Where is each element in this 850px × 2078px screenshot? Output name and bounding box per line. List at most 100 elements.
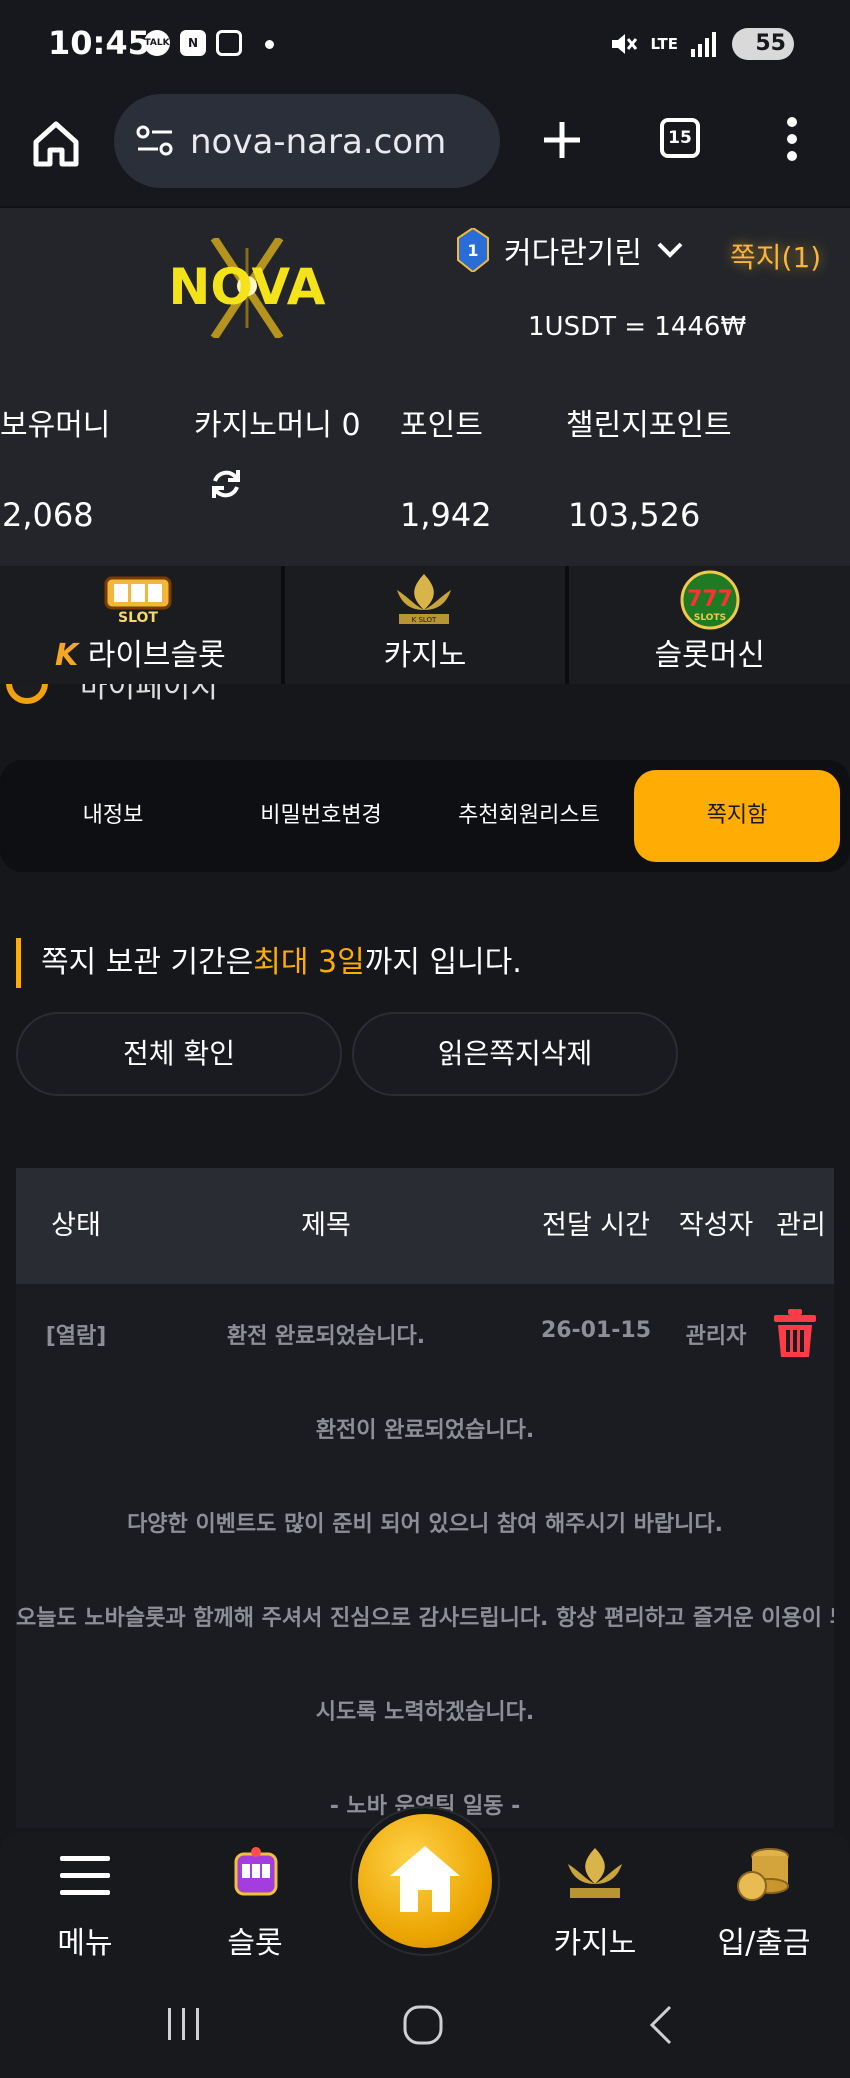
notice-text-before: 쪽지 보관 기간은: [41, 945, 254, 980]
level-number: 1: [467, 241, 478, 260]
category-label: 카지노: [383, 638, 467, 673]
category-label: 라이브슬롯: [87, 638, 226, 673]
naver-notification-icon: N: [180, 30, 206, 56]
category-live-slot[interactable]: SLOT K 라이브슬롯: [0, 566, 281, 684]
nav-casino[interactable]: 카지노: [540, 1832, 650, 1978]
chevron-down-icon[interactable]: [656, 240, 684, 260]
browser-toolbar: nova-nara.com 15: [0, 88, 850, 206]
row-status: [열람]: [45, 1324, 107, 1349]
home-icon[interactable]: [30, 118, 82, 170]
header-status: 상태: [51, 1210, 101, 1241]
k-brand-icon: K: [54, 638, 79, 673]
exchange-rate: 1USDT = 1446₩: [528, 312, 747, 342]
trash-icon[interactable]: [772, 1308, 818, 1358]
777-slots-icon: 777 SLOTS: [680, 570, 740, 630]
tab-messages[interactable]: 쪽지함: [634, 770, 840, 862]
level-badge-icon: 1: [457, 228, 489, 272]
k-slot-icon: [568, 1848, 622, 1898]
point-value: 1,942: [400, 496, 492, 534]
game-categories: SLOT K 라이브슬롯 K SLOT 카지노 777 SLOTS 슬롯머신: [0, 566, 850, 684]
nova-logo[interactable]: NOVA: [154, 238, 340, 338]
tab-referral-list[interactable]: 추천회원리스트: [426, 770, 632, 862]
svg-text:K SLOT: K SLOT: [411, 616, 436, 624]
coin-icon: [6, 684, 48, 704]
row-title[interactable]: 환전 완료되었습니다.: [156, 1318, 496, 1350]
challenge-point-value: 103,526: [568, 496, 701, 534]
category-label: 슬롯머신: [654, 638, 765, 673]
back-icon[interactable]: [646, 2004, 676, 2046]
site-settings-icon[interactable]: [136, 124, 174, 158]
new-tab-icon[interactable]: [540, 118, 584, 162]
svg-text:SLOT: SLOT: [118, 610, 158, 626]
casino-money-label: 카지노머니 0: [194, 408, 361, 443]
retention-notice: 쪽지 보관 기간은최대 3일까지 입니다.: [16, 938, 522, 988]
category-slot-machine[interactable]: 777 SLOTS 슬롯머신: [569, 566, 850, 684]
talk-notification-icon: TALK: [144, 30, 170, 56]
tab-switcher-button[interactable]: 15: [660, 118, 700, 158]
k-slot-icon: K SLOT: [396, 574, 451, 624]
site-header: NOVA 1 커다란기린 쪽지(1) 1USDT = 1446₩ 보유머니 2,…: [0, 206, 850, 566]
message-line: 오늘도 노바슬롯과 함께해 주셔서 진심으로 감사드립니다. 항상 편리하고 즐…: [16, 1606, 834, 1631]
home-nav-icon[interactable]: [402, 2004, 444, 2046]
user-info[interactable]: 1 커다란기린: [456, 228, 684, 272]
status-icons: LTE 55: [608, 26, 794, 62]
header-title: 제목: [301, 1210, 351, 1241]
row-time: 26-01-15: [540, 1318, 652, 1343]
confirm-all-button[interactable]: 전체 확인: [16, 1012, 342, 1096]
holding-money-label: 보유머니: [0, 408, 111, 443]
header-manage: 관리: [776, 1210, 826, 1241]
header-author: 작성자: [678, 1210, 754, 1241]
network-type: LTE: [650, 34, 678, 53]
more-options-icon[interactable]: [784, 116, 800, 162]
mypage-tabs: 내정보 비밀번호변경 추천회원리스트 쪽지함: [0, 760, 850, 872]
notice-text-after: 까지 입니다.: [364, 945, 522, 980]
category-casino[interactable]: K SLOT 카지노: [284, 566, 566, 684]
nav-label: 메뉴: [57, 1926, 113, 1961]
username: 커다란기린: [504, 236, 642, 271]
row-author: 관리자: [685, 1324, 747, 1349]
message-line: 다양한 이벤트도 많이 준비 되어 있으니 참여 해주시기 바랍니다.: [127, 1512, 723, 1537]
signal-icon: [691, 32, 716, 57]
challenge-point-label: 챌린지포인트: [566, 408, 732, 443]
table-header: 상태 제목 전달 시간 작성자 관리: [16, 1168, 834, 1284]
nav-label: 슬롯: [227, 1926, 283, 1961]
nav-slot[interactable]: 슬롯: [200, 1832, 310, 1978]
page-title-peek: 마이페이지: [0, 684, 850, 714]
status-time: 10:45: [48, 24, 150, 62]
tab-my-info[interactable]: 내정보: [10, 770, 216, 862]
message-line: 환전이 완료되었습니다.: [315, 1418, 535, 1443]
status-bar: 10:45 TALK N LTE 55: [0, 0, 850, 88]
recent-apps-icon[interactable]: [164, 2004, 204, 2044]
live-slot-icon: SLOT: [104, 576, 172, 626]
mute-icon: [612, 34, 638, 54]
messages-table: 상태 제목 전달 시간 작성자 관리 [열람] 환전 완료되었습니다. 26-0…: [16, 1168, 834, 1828]
header-time: 전달 시간: [542, 1210, 650, 1241]
message-line: 시도록 노력하겠습니다.: [315, 1700, 535, 1725]
point-label: 포인트: [400, 408, 483, 443]
slot-machine-icon: [234, 1847, 278, 1896]
nav-menu[interactable]: 메뉴: [30, 1832, 140, 1978]
holding-money-value: 2,068: [2, 496, 94, 534]
nav-deposit-withdraw[interactable]: 입/출금: [704, 1832, 824, 1978]
tab-change-password[interactable]: 비밀번호변경: [218, 770, 424, 862]
url-text: nova-nara.com: [190, 122, 447, 162]
svg-text:777: 777: [687, 587, 733, 612]
messages-badge[interactable]: 쪽지(1): [730, 236, 821, 276]
address-bar[interactable]: nova-nara.com: [114, 94, 500, 188]
page-title: 마이페이지: [80, 684, 218, 705]
home-icon: [390, 1846, 460, 1912]
battery-indicator: 55: [732, 28, 794, 60]
system-navigation: [0, 1978, 850, 2078]
refresh-icon[interactable]: [208, 466, 244, 502]
screenshot-icon: [216, 30, 242, 56]
more-notifications-dot: [265, 40, 274, 49]
hamburger-icon: [60, 1856, 110, 1895]
nav-label: 입/출금: [717, 1926, 811, 1961]
notice-highlight: 최대 3일: [253, 945, 365, 980]
delete-read-button[interactable]: 읽은쪽지삭제: [352, 1012, 678, 1096]
coins-icon: [737, 1848, 789, 1901]
logo-text: NOVA: [168, 258, 325, 316]
svg-text:SLOTS: SLOTS: [694, 613, 726, 623]
nav-label: 카지노: [553, 1926, 637, 1961]
home-button[interactable]: [352, 1808, 498, 1954]
